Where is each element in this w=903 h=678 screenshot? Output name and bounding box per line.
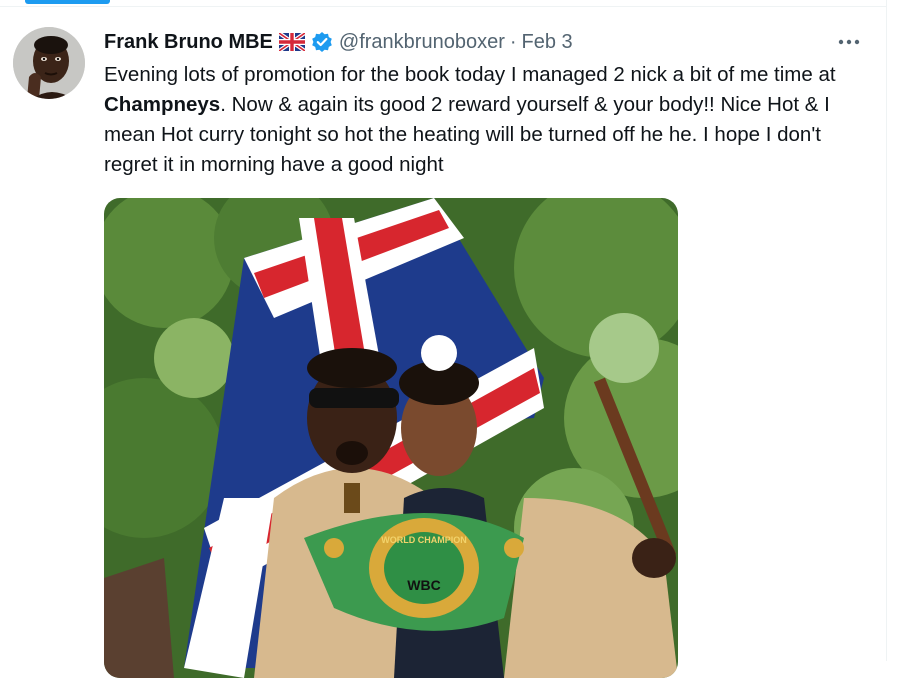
photo-illustration: WORLD CHAMPION WBC — [104, 198, 678, 678]
verified-badge-icon — [311, 31, 333, 53]
avatar-photo — [13, 27, 85, 99]
tweet-text: Evening lots of promotion for the book t… — [104, 60, 874, 180]
tweet-text-part1: Evening lots of promotion for the book t… — [104, 63, 836, 86]
avatar[interactable] — [13, 27, 85, 99]
belt-label: WBC — [407, 577, 440, 593]
top-divider — [0, 0, 886, 7]
tweet-date[interactable]: Feb 3 — [522, 31, 573, 54]
tweet-text-bold: Champneys — [104, 93, 221, 116]
author-name[interactable]: Frank Bruno MBE — [104, 31, 273, 54]
uk-flag-icon — [277, 31, 307, 53]
more-options-icon[interactable] — [833, 30, 865, 54]
tweet-media-photo[interactable]: WORLD CHAMPION WBC — [104, 198, 678, 678]
author-handle[interactable]: @frankbrunoboxer — [339, 31, 505, 54]
active-tab-indicator — [25, 0, 110, 4]
separator-dot: · — [509, 30, 517, 53]
timeline-right-border — [886, 0, 887, 661]
belt-top-text: WORLD CHAMPION — [381, 535, 467, 545]
tweet-header: Frank Bruno MBE @frankbrunoboxer · Feb 3 — [104, 28, 573, 56]
